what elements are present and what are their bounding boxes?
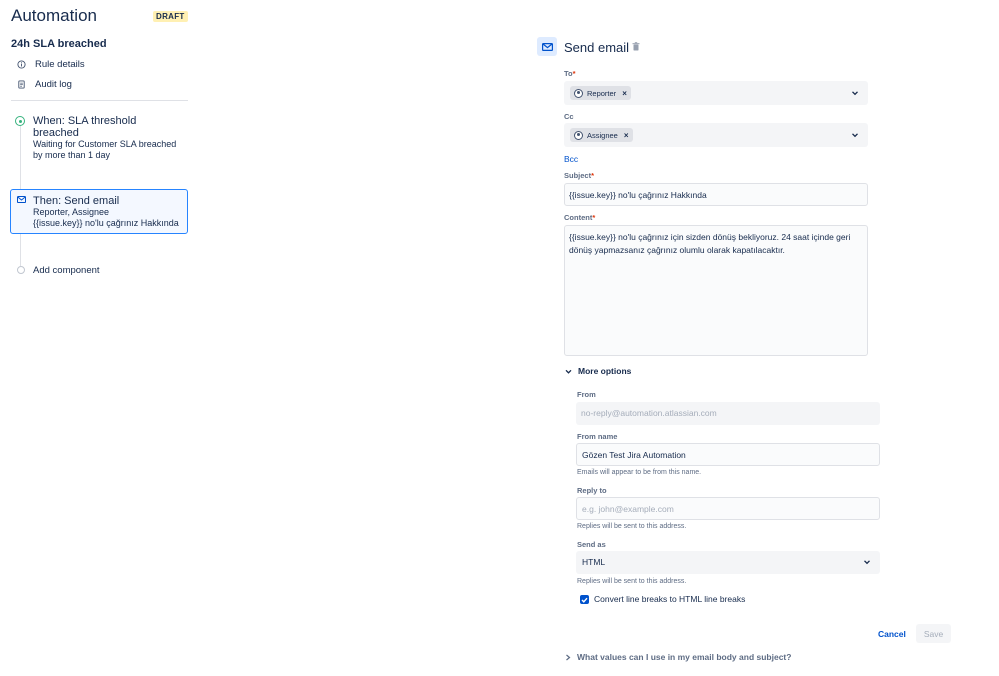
chevron-down-icon[interactable] — [851, 89, 859, 97]
add-component-dot — [17, 266, 25, 274]
user-icon — [574, 88, 583, 98]
assignee-chip-label: Assignee — [587, 130, 618, 140]
to-label: To* — [564, 69, 576, 78]
more-options-label: More options — [578, 366, 632, 376]
chevron-right-icon — [566, 654, 571, 660]
reply-to-input[interactable]: e.g. john@example.com — [576, 497, 880, 520]
nav-audit-log-label: Audit log — [35, 79, 72, 90]
subject-label: Subject* — [564, 171, 595, 180]
chevron-down-icon — [565, 369, 572, 374]
bcc-link[interactable]: Bcc — [564, 154, 578, 164]
action-step-recipients: Reporter, Assignee — [33, 207, 110, 217]
check-icon — [581, 597, 588, 603]
values-help-label: What values can I use in my email body a… — [577, 652, 792, 662]
add-component-button[interactable]: Add component — [33, 265, 100, 276]
rule-name[interactable]: 24h SLA breached — [11, 38, 107, 50]
reporter-chip: Reporter × — [570, 86, 631, 100]
send-as-label: Send as — [577, 540, 606, 549]
action-step-subject: {{issue.key}} no'lu çağrınız Hakkında — [33, 218, 179, 228]
values-help-toggle[interactable]: What values can I use in my email body a… — [565, 652, 791, 662]
reply-to-label: Reply to — [577, 486, 607, 495]
assignee-chip: Assignee × — [570, 128, 633, 142]
send-as-helper: Replies will be sent to this address. — [577, 578, 687, 585]
trigger-title: When: SLA threshold breached — [33, 115, 137, 139]
clock-icon — [15, 116, 25, 126]
content-label: Content* — [564, 213, 596, 222]
divider — [11, 100, 188, 101]
mail-icon — [537, 37, 557, 56]
reporter-chip-label: Reporter — [587, 88, 617, 98]
action-title: Send email — [564, 40, 630, 55]
nav-rule-details[interactable]: Rule details — [17, 59, 85, 70]
save-button[interactable]: Save — [916, 624, 951, 643]
more-options-toggle[interactable]: More options — [565, 366, 631, 376]
trigger-step[interactable]: When: SLA threshold breached Waiting for… — [33, 115, 183, 161]
info-icon — [17, 60, 26, 69]
from-name-input[interactable]: Gözen Test Jira Automation — [576, 443, 880, 466]
user-icon — [574, 130, 583, 140]
content-textarea[interactable]: {{issue.key}} no'lu çağrınız için sizden… — [564, 225, 868, 356]
reply-to-helper: Replies will be sent to this address. — [577, 523, 687, 530]
subject-input[interactable]: {{issue.key}} no'lu çağrınız Hakkında — [564, 183, 868, 206]
chevron-down-icon[interactable] — [851, 131, 859, 139]
trigger-description: Waiting for Customer SLA breached by mor… — [33, 139, 177, 160]
action-step-title: Then: Send email — [33, 195, 120, 207]
draft-badge: DRAFT — [153, 11, 188, 22]
remove-reporter-button[interactable]: × — [622, 89, 627, 98]
page-title: Automation — [11, 6, 97, 25]
cc-select[interactable]: Assignee × — [564, 123, 868, 147]
trash-icon[interactable] — [632, 42, 640, 51]
mail-icon — [17, 196, 26, 203]
convert-line-breaks-label[interactable]: Convert line breaks to HTML line breaks — [594, 594, 745, 604]
convert-line-breaks-checkbox[interactable] — [580, 595, 589, 604]
cc-label: Cc — [564, 112, 574, 121]
send-as-value: HTML — [582, 557, 606, 567]
nav-rule-details-label: Rule details — [35, 59, 85, 70]
document-icon — [18, 80, 25, 89]
chevron-down-icon — [864, 560, 870, 565]
to-select[interactable]: Reporter × — [564, 81, 868, 105]
nav-audit-log[interactable]: Audit log — [17, 79, 72, 90]
from-name-label: From name — [577, 432, 618, 441]
from-input: no-reply@automation.atlassian.com — [576, 402, 880, 425]
action-step[interactable]: Then: Send email Reporter, Assignee {{is… — [33, 195, 185, 229]
from-label: From — [577, 390, 596, 399]
from-name-helper: Emails will appear to be from this name. — [577, 469, 702, 476]
cancel-button[interactable]: Cancel — [871, 624, 913, 643]
remove-assignee-button[interactable]: × — [624, 131, 629, 140]
send-as-select[interactable]: HTML — [576, 551, 880, 574]
